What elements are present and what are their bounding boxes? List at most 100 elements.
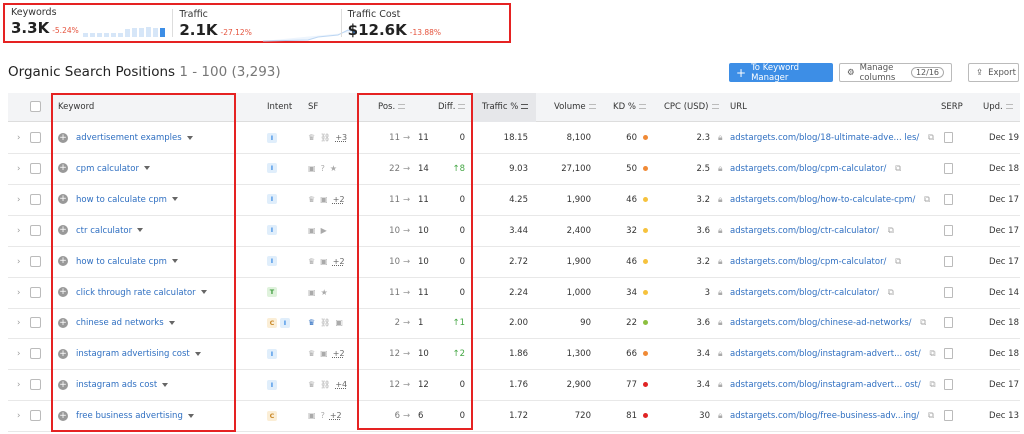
url-link[interactable]: adstargets.com/blog/free-business-adv...… <box>730 401 934 431</box>
intent-badge: C <box>267 410 277 421</box>
expand-chevron-icon[interactable]: › <box>17 247 20 277</box>
expand-chevron-icon[interactable]: › <box>17 308 20 338</box>
row-checkbox[interactable] <box>30 123 41 153</box>
external-link-icon[interactable]: ⧉ <box>888 226 894 236</box>
serp-features-more[interactable]: +3 <box>335 133 347 142</box>
external-link-icon[interactable]: ⧉ <box>929 380 935 390</box>
manage-columns-button[interactable]: ⚙ Manage columns 12/16 <box>839 63 952 83</box>
to-keyword-manager-button[interactable]: + To Keyword Manager <box>729 63 833 83</box>
row-checkbox[interactable] <box>30 278 41 308</box>
external-link-icon[interactable]: ⧉ <box>928 133 934 143</box>
url-link[interactable]: adstargets.com/blog/how-to-calculate-cpm… <box>730 185 930 215</box>
url-link[interactable]: adstargets.com/blog/cpm-calculator/ ⧉ <box>730 247 901 277</box>
stat-keywords[interactable]: Keywords 3.3K -5.24% <box>5 5 172 41</box>
serp-snapshot-icon[interactable] <box>944 370 953 400</box>
url-text[interactable]: adstargets.com/blog/chinese-ad-networks/ <box>730 318 912 328</box>
sort-icon <box>638 104 646 109</box>
row-checkbox[interactable] <box>30 154 41 184</box>
url-text[interactable]: adstargets.com/blog/cpm-calculator/ <box>730 257 886 267</box>
url-text[interactable]: adstargets.com/blog/instagram-advert... … <box>730 380 921 390</box>
url-text[interactable]: adstargets.com/blog/ctr-calculator/ <box>730 288 879 298</box>
traffic-cell: 3.44 <box>509 225 528 236</box>
stat-traffic[interactable]: Traffic 2.1K -27.12% <box>172 9 358 42</box>
serp-snapshot-icon[interactable] <box>944 308 953 338</box>
volume-cell: 1,300 <box>566 349 591 360</box>
col-url[interactable]: URL <box>730 93 747 122</box>
row-checkbox[interactable] <box>30 247 41 277</box>
url-link[interactable]: adstargets.com/blog/18-ultimate-adve... … <box>730 123 934 153</box>
row-checkbox[interactable] <box>30 216 41 246</box>
expand-chevron-icon[interactable]: › <box>17 123 20 153</box>
col-serp[interactable]: SERP <box>941 93 963 122</box>
stat-label: Keywords <box>11 7 57 18</box>
serp-snapshot-icon[interactable] <box>944 154 953 184</box>
expand-chevron-icon[interactable]: › <box>17 370 20 400</box>
url-link[interactable]: adstargets.com/blog/cpm-calculator/ ⧉ <box>730 154 901 184</box>
serp-features-more[interactable]: +2 <box>333 349 345 358</box>
serp-snapshot-icon[interactable] <box>944 216 953 246</box>
serp-snapshot-icon[interactable] <box>944 401 953 431</box>
url-link[interactable]: adstargets.com/blog/chinese-ad-networks/… <box>730 308 926 338</box>
serp-snapshot-icon[interactable] <box>944 247 953 277</box>
external-link-icon[interactable]: ⧉ <box>895 164 901 174</box>
serp-snapshot-icon[interactable] <box>944 123 953 153</box>
serp-features-more[interactable]: +2 <box>333 257 345 266</box>
select-all-checkbox[interactable] <box>30 93 41 122</box>
url-text[interactable]: adstargets.com/blog/18-ultimate-adve... … <box>730 133 919 143</box>
row-checkbox[interactable] <box>30 370 41 400</box>
col-sf[interactable]: SF <box>308 93 318 122</box>
crown-icon: ♛ <box>308 194 316 204</box>
external-link-icon[interactable]: ⧉ <box>920 318 926 328</box>
kd-dot-icon <box>643 196 648 202</box>
col-traffic[interactable]: Traffic % <box>472 93 536 122</box>
volume-cell: 8,100 <box>566 133 591 143</box>
external-link-icon[interactable]: ⧉ <box>928 411 934 421</box>
highlight-keyword-column <box>51 93 236 432</box>
url-text[interactable]: adstargets.com/blog/how-to-calculate-cpm… <box>730 195 915 205</box>
url-text[interactable]: adstargets.com/blog/cpm-calculator/ <box>730 164 886 174</box>
expand-chevron-icon[interactable]: › <box>17 216 20 246</box>
external-link-icon[interactable]: ⧉ <box>895 257 901 267</box>
serp-snapshot-icon[interactable] <box>944 278 953 308</box>
expand-chevron-icon[interactable]: › <box>17 154 20 184</box>
row-checkbox[interactable] <box>30 308 41 338</box>
url-text[interactable]: adstargets.com/blog/free-business-adv...… <box>730 411 919 421</box>
external-link-icon[interactable]: ⧉ <box>888 288 894 298</box>
serp-features-more[interactable]: +2 <box>330 411 342 420</box>
serp-features-cell: ▣ ▶ <box>308 216 332 246</box>
col-intent[interactable]: Intent <box>267 93 292 122</box>
row-checkbox[interactable] <box>30 401 41 431</box>
col-label: Traffic % <box>482 102 519 112</box>
url-link[interactable]: adstargets.com/blog/instagram-advert... … <box>730 370 936 400</box>
row-checkbox[interactable] <box>30 185 41 215</box>
review-icon: ▣ <box>320 194 328 204</box>
kd-value: 32 <box>626 225 637 236</box>
col-kd[interactable]: KD % <box>613 93 646 122</box>
serp-features-more[interactable]: +2 <box>333 195 345 204</box>
external-link-icon[interactable]: ⧉ <box>929 349 935 359</box>
col-cpc[interactable]: CPC (USD) <box>664 93 719 122</box>
url-link[interactable]: adstargets.com/blog/instagram-advert... … <box>730 339 936 369</box>
url-link[interactable]: adstargets.com/blog/ctr-calculator/ ⧉ <box>730 216 894 246</box>
serp-snapshot-icon[interactable] <box>944 339 953 369</box>
review-icon: ▣ <box>320 256 328 266</box>
external-link-icon[interactable]: ⧉ <box>924 195 930 205</box>
intent-badge: I <box>267 163 277 174</box>
cpc-cell: 30 <box>699 411 710 422</box>
export-button[interactable]: ⇪ Export <box>968 63 1019 82</box>
col-upd[interactable]: Upd. <box>983 93 1013 122</box>
url-link[interactable]: adstargets.com/blog/ctr-calculator/ ⧉ <box>730 278 894 308</box>
url-text[interactable]: adstargets.com/blog/ctr-calculator/ <box>730 226 879 236</box>
stat-traffic-cost[interactable]: Traffic Cost $12.6K -13.88% <box>340 9 509 39</box>
col-label: Volume <box>554 102 586 112</box>
row-checkbox[interactable] <box>30 339 41 369</box>
serp-snapshot-icon[interactable] <box>944 185 953 215</box>
expand-chevron-icon[interactable]: › <box>17 185 20 215</box>
expand-chevron-icon[interactable]: › <box>17 339 20 369</box>
expand-chevron-icon[interactable]: › <box>17 401 20 431</box>
url-text[interactable]: adstargets.com/blog/instagram-advert... … <box>730 349 921 359</box>
serp-features-more[interactable]: +4 <box>335 380 347 389</box>
col-volume[interactable]: Volume <box>554 93 596 122</box>
volume-cell: 720 <box>574 411 591 422</box>
expand-chevron-icon[interactable]: › <box>17 278 20 308</box>
